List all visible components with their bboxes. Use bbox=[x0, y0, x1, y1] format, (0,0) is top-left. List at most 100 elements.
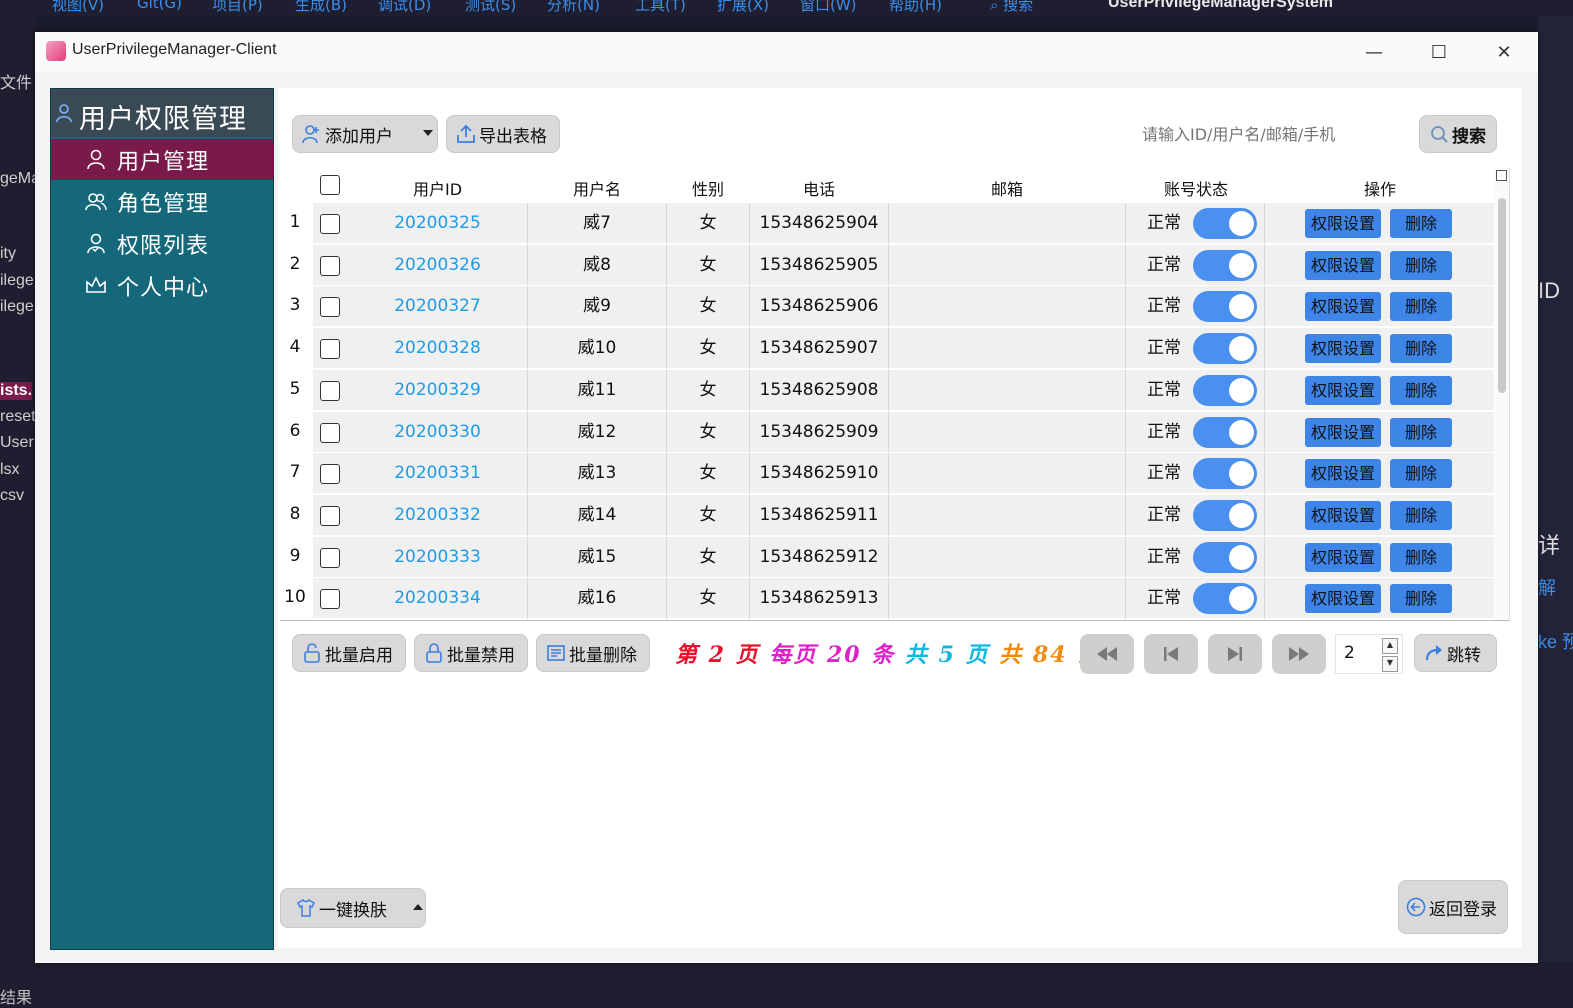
back-to-login-button[interactable]: 返回登录 bbox=[1398, 880, 1508, 934]
row-checkbox[interactable] bbox=[320, 297, 340, 318]
ide-explorer-item[interactable]: 文件 bbox=[0, 69, 32, 93]
cell-user-id[interactable]: 20200332 bbox=[370, 495, 505, 536]
row-checkbox[interactable] bbox=[320, 339, 340, 360]
row-checkbox[interactable] bbox=[320, 547, 340, 568]
ide-menu-item[interactable]: 工具(T) bbox=[635, 0, 686, 15]
search-input[interactable] bbox=[1140, 118, 1414, 150]
ide-menu-item[interactable]: 帮助(H) bbox=[889, 0, 942, 15]
spin-down-icon[interactable]: ▼ bbox=[1382, 656, 1398, 672]
last-page-button[interactable] bbox=[1272, 634, 1326, 674]
batch-delete-button[interactable]: 批量删除 bbox=[536, 634, 650, 672]
search-button[interactable]: 搜索 bbox=[1419, 115, 1497, 153]
next-page-button[interactable] bbox=[1208, 634, 1262, 674]
status-toggle[interactable] bbox=[1193, 291, 1257, 323]
table-row[interactable]: 10 20200334 威16 女 15348625913 正常 权限设置 删除 bbox=[280, 577, 1494, 620]
table-row[interactable]: 9 20200333 威15 女 15348625912 正常 权限设置 删除 bbox=[280, 535, 1494, 578]
cell-user-id[interactable]: 20200333 bbox=[370, 537, 505, 578]
status-toggle[interactable] bbox=[1193, 458, 1257, 490]
add-user-button[interactable]: 添加用户 bbox=[292, 115, 438, 153]
delete-button[interactable]: 删除 bbox=[1390, 500, 1452, 530]
table-row[interactable]: 3 20200327 威9 女 15348625906 正常 权限设置 删除 bbox=[280, 285, 1494, 328]
permission-settings-button[interactable]: 权限设置 bbox=[1305, 375, 1381, 405]
sidebar-item-user-management[interactable]: 用户管理 bbox=[51, 139, 273, 180]
cell-user-id[interactable]: 20200331 bbox=[370, 453, 505, 494]
ide-search[interactable]: ⌕ 搜索 bbox=[990, 0, 1033, 15]
ide-menu-item[interactable]: 分析(N) bbox=[547, 0, 600, 15]
ide-explorer-item[interactable]: ilege bbox=[0, 298, 34, 316]
status-toggle[interactable] bbox=[1193, 333, 1257, 365]
minimize-button[interactable]: — bbox=[1351, 32, 1397, 72]
status-toggle[interactable] bbox=[1193, 249, 1257, 281]
jump-button[interactable]: 跳转 bbox=[1414, 634, 1497, 672]
sidebar-item-personal-center[interactable]: 个人中心 bbox=[51, 265, 273, 306]
row-checkbox[interactable] bbox=[320, 589, 340, 610]
ide-explorer-item[interactable]: geMa bbox=[0, 170, 36, 188]
table-row[interactable]: 4 20200328 威10 女 15348625907 正常 权限设置 删除 bbox=[280, 327, 1494, 370]
table-row[interactable]: 6 20200330 威12 女 15348625909 正常 权限设置 删除 bbox=[280, 410, 1494, 453]
table-corner-button[interactable] bbox=[1496, 170, 1507, 181]
ide-menu-item[interactable]: 测试(S) bbox=[465, 0, 516, 15]
cell-user-id[interactable]: 20200327 bbox=[370, 286, 505, 327]
batch-disable-button[interactable]: 批量禁用 bbox=[414, 634, 528, 672]
page-number-input[interactable]: 2 ▲ ▼ bbox=[1335, 634, 1403, 674]
table-row[interactable]: 8 20200332 威14 女 15348625911 正常 权限设置 删除 bbox=[280, 493, 1494, 536]
sidebar-item-permission-list[interactable]: 权限列表 bbox=[51, 223, 273, 264]
status-toggle[interactable] bbox=[1193, 499, 1257, 531]
chevron-up-icon[interactable] bbox=[413, 904, 423, 910]
cell-user-id[interactable]: 20200329 bbox=[370, 370, 505, 411]
ide-explorer-item[interactable]: csv bbox=[0, 487, 24, 505]
ide-explorer-item[interactable]: lsx bbox=[0, 461, 20, 479]
ide-menu-item[interactable]: 窗口(W) bbox=[800, 0, 857, 15]
status-toggle[interactable] bbox=[1193, 416, 1257, 448]
delete-button[interactable]: 删除 bbox=[1390, 292, 1452, 322]
ide-menu-item[interactable]: Git(G) bbox=[137, 0, 182, 12]
permission-settings-button[interactable]: 权限设置 bbox=[1305, 209, 1381, 238]
permission-settings-button[interactable]: 权限设置 bbox=[1305, 417, 1381, 447]
permission-settings-button[interactable]: 权限设置 bbox=[1305, 584, 1381, 614]
delete-button[interactable]: 删除 bbox=[1390, 459, 1452, 489]
delete-button[interactable]: 删除 bbox=[1390, 334, 1452, 364]
permission-settings-button[interactable]: 权限设置 bbox=[1305, 459, 1381, 489]
table-row[interactable]: 5 20200329 威11 女 15348625908 正常 权限设置 删除 bbox=[280, 368, 1494, 411]
permission-settings-button[interactable]: 权限设置 bbox=[1305, 500, 1381, 530]
delete-button[interactable]: 删除 bbox=[1390, 584, 1452, 614]
first-page-button[interactable] bbox=[1080, 634, 1134, 674]
batch-enable-button[interactable]: 批量启用 bbox=[292, 634, 406, 672]
status-toggle[interactable] bbox=[1193, 208, 1257, 239]
ide-menu-item[interactable]: 项目(P) bbox=[212, 0, 263, 15]
status-toggle[interactable] bbox=[1193, 374, 1257, 406]
cell-user-id[interactable]: 20200325 bbox=[370, 203, 505, 244]
title-bar[interactable]: UserPrivilegeManager-Client — ☐ ✕ bbox=[35, 32, 1538, 72]
row-checkbox[interactable] bbox=[320, 255, 340, 276]
status-toggle[interactable] bbox=[1193, 583, 1257, 615]
permission-settings-button[interactable]: 权限设置 bbox=[1305, 250, 1381, 280]
ide-menu-item[interactable]: 扩展(X) bbox=[717, 0, 769, 15]
delete-button[interactable]: 删除 bbox=[1390, 542, 1452, 572]
prev-page-button[interactable] bbox=[1144, 634, 1198, 674]
ide-menu-item[interactable]: 视图(V) bbox=[52, 0, 104, 15]
ide-explorer-item[interactable]: reset bbox=[0, 408, 36, 426]
delete-button[interactable]: 删除 bbox=[1390, 417, 1452, 447]
cell-user-id[interactable]: 20200326 bbox=[370, 245, 505, 286]
scrollbar-thumb[interactable] bbox=[1498, 198, 1506, 393]
ide-menu-item[interactable]: 调试(D) bbox=[378, 0, 431, 15]
sidebar-item-role-management[interactable]: 角色管理 bbox=[51, 181, 273, 222]
table-scrollbar[interactable] bbox=[1495, 168, 1509, 620]
table-row[interactable]: 1 20200325 威7 女 15348625904 正常 权限设置 删除 bbox=[280, 202, 1494, 244]
ide-explorer-item[interactable]: ity bbox=[0, 245, 16, 263]
cell-user-id[interactable]: 20200328 bbox=[370, 328, 505, 369]
permission-settings-button[interactable]: 权限设置 bbox=[1305, 292, 1381, 322]
row-checkbox[interactable] bbox=[320, 380, 340, 401]
row-checkbox[interactable] bbox=[320, 422, 340, 443]
row-checkbox[interactable] bbox=[320, 464, 340, 485]
permission-settings-button[interactable]: 权限设置 bbox=[1305, 542, 1381, 572]
row-checkbox[interactable] bbox=[320, 214, 340, 234]
table-row[interactable]: 7 20200331 威13 女 15348625910 正常 权限设置 删除 bbox=[280, 452, 1494, 495]
change-skin-button[interactable]: 一键换肤 bbox=[280, 888, 426, 928]
permission-settings-button[interactable]: 权限设置 bbox=[1305, 334, 1381, 364]
ide-explorer-item[interactable]: ilege bbox=[0, 272, 34, 290]
cell-user-id[interactable]: 20200334 bbox=[370, 578, 505, 619]
delete-button[interactable]: 删除 bbox=[1390, 250, 1452, 280]
ide-explorer-item[interactable]: UserP bbox=[0, 434, 36, 452]
table-row[interactable]: 2 20200326 威8 女 15348625905 正常 权限设置 删除 bbox=[280, 243, 1494, 286]
